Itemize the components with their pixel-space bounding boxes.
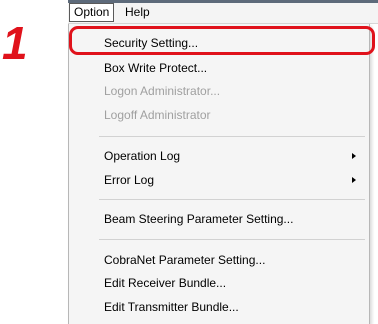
menu-item-label: Error Log	[104, 173, 155, 187]
menu-bar: Option Help	[68, 3, 378, 24]
menu-separator	[99, 239, 365, 240]
menu-item-edit-transmitter-bundle[interactable]: Edit Transmitter Bundle...	[70, 296, 368, 318]
menu-help[interactable]: Help	[121, 4, 154, 21]
submenu-arrow-icon	[352, 153, 356, 159]
menu-item-logoff-administrator: Logoff Administrator	[70, 104, 368, 126]
menu-separator	[99, 199, 365, 200]
menu-item-cobranet-parameter-setting[interactable]: CobraNet Parameter Setting...	[70, 249, 368, 271]
menu-item-label: Operation Log	[104, 149, 181, 163]
menu-item-operation-log[interactable]: Operation Log	[70, 145, 368, 167]
menu-item-label: Edit Transmitter Bundle...	[104, 300, 239, 314]
option-dropdown-menu: Security Setting... Box Write Protect...…	[68, 24, 370, 324]
callout-highlight-box	[69, 26, 375, 55]
menu-separator	[99, 136, 365, 137]
menu-item-error-log[interactable]: Error Log	[70, 169, 368, 191]
menu-item-label: Box Write Protect...	[104, 61, 208, 75]
menu-item-beam-steering-parameter-setting[interactable]: Beam Steering Parameter Setting...	[70, 208, 368, 230]
menu-item-label: Logon Administrator...	[104, 84, 221, 98]
step-number: 1	[2, 17, 28, 69]
menu-item-label: CobraNet Parameter Setting...	[104, 253, 266, 267]
menu-item-label: Beam Steering Parameter Setting...	[104, 212, 294, 226]
menu-item-logon-administrator: Logon Administrator...	[70, 80, 368, 102]
menu-item-label: Edit Receiver Bundle...	[104, 276, 227, 290]
menu-item-label: Logoff Administrator	[104, 108, 211, 122]
menu-item-box-write-protect[interactable]: Box Write Protect...	[70, 57, 368, 79]
menu-option[interactable]: Option	[69, 3, 115, 22]
menu-item-edit-receiver-bundle[interactable]: Edit Receiver Bundle...	[70, 272, 368, 294]
submenu-arrow-icon	[352, 177, 356, 183]
